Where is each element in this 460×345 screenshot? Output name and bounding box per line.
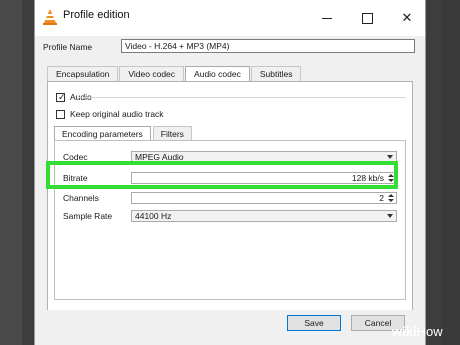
checkmark-icon: ✓ <box>58 91 66 102</box>
keep-original-label: Keep original audio track <box>70 109 164 119</box>
chevron-down-icon <box>387 214 393 218</box>
close-icon: ✕ <box>401 10 413 25</box>
background-right <box>442 0 460 345</box>
channels-label: Channels <box>63 193 99 203</box>
keep-original-row[interactable]: Keep original audio track <box>56 109 164 119</box>
maximize-icon <box>361 12 373 24</box>
watermark-how: How <box>416 324 443 339</box>
title-bar: Profile edition ✕ <box>35 0 425 36</box>
audio-subtabs: Encoding parameters Filters <box>54 126 194 142</box>
vlc-cone-icon <box>43 9 57 25</box>
minimize-button[interactable] <box>307 0 347 36</box>
window-title: Profile edition <box>63 9 130 21</box>
channels-spinbox[interactable]: 2 <box>131 192 397 204</box>
save-button[interactable]: Save <box>287 315 341 331</box>
close-button[interactable]: ✕ <box>387 0 427 36</box>
maximize-button[interactable] <box>347 0 387 36</box>
audio-checkbox[interactable]: ✓ <box>56 91 66 102</box>
tab-video-codec[interactable]: Video codec <box>119 66 185 82</box>
dialog-button-bar: Save Cancel <box>35 310 425 345</box>
background-left <box>0 0 22 345</box>
channels-value: 2 <box>379 193 384 203</box>
keep-original-checkbox[interactable] <box>56 109 65 119</box>
watermark-wiki: wiki <box>392 324 417 339</box>
tab-encapsulation[interactable]: Encapsulation <box>47 66 119 82</box>
wikihow-watermark: wikiHow <box>392 324 443 339</box>
profile-name-input[interactable]: Video - H.264 + MP3 (MP4) <box>121 39 415 53</box>
tab-subtitles[interactable]: Subtitles <box>250 66 302 82</box>
chevron-down-icon <box>387 155 393 159</box>
minimize-icon <box>322 17 332 19</box>
sample-rate-select[interactable]: 44100 Hz <box>131 210 397 222</box>
sample-rate-label: Sample Rate <box>63 211 113 221</box>
profile-name-label: Profile Name <box>43 42 93 52</box>
audio-codec-panel: ✓ Audio Keep original audio track Encodi… <box>47 81 413 311</box>
tab-filters[interactable]: Filters <box>152 126 192 141</box>
main-tabs: Encapsulation Video codec Audio codec Su… <box>47 66 302 83</box>
profile-name-row: Profile Name <box>43 40 96 54</box>
audio-group-divider <box>78 97 406 98</box>
sample-rate-value: 44100 Hz <box>135 211 172 221</box>
spin-arrows-icon[interactable] <box>388 194 394 203</box>
bitrate-highlight-box <box>46 161 398 189</box>
